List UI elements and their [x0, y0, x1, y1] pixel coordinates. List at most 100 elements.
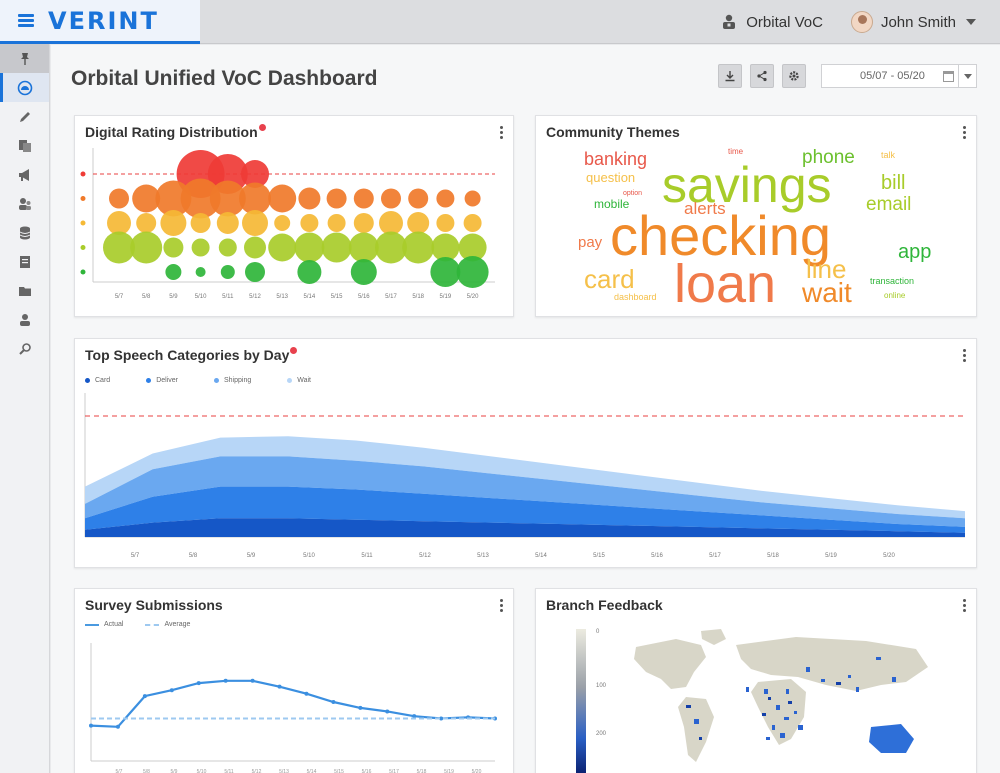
legend-item[interactable]: Average	[145, 621, 190, 628]
x-tick-label: 5/10	[303, 553, 315, 559]
card-menu-icon[interactable]	[963, 599, 966, 612]
row-marker	[80, 171, 86, 177]
megaphone-icon	[18, 168, 29, 181]
legend-item[interactable]: Shipping	[213, 377, 251, 384]
rating-bubble	[239, 182, 271, 215]
chevron-down-icon[interactable]	[958, 65, 976, 87]
rating-bubble	[107, 211, 131, 235]
x-tick-label: 5/19	[440, 294, 452, 300]
branch-region	[786, 689, 789, 694]
alert-badge	[258, 124, 266, 131]
workspace-label: Orbital VoC	[746, 13, 823, 31]
x-tick-label: 5/19	[444, 769, 454, 773]
share-button[interactable]	[750, 64, 774, 88]
rating-bubble	[244, 236, 266, 259]
legend-label: Wait	[297, 377, 311, 384]
rating-bubble	[191, 238, 210, 257]
rating-distribution-card: Digital Rating Distribution 5/7 5/8 5/9 5/1…	[74, 115, 514, 317]
user-menu[interactable]: John Smith	[850, 11, 976, 33]
theme-word: email	[866, 194, 911, 215]
workspace-switcher[interactable]: Orbital VoC	[720, 14, 823, 31]
theme-word: transaction	[870, 276, 914, 286]
data-point	[304, 691, 309, 696]
legend-item[interactable]: Card	[85, 377, 110, 384]
main-content: Orbital Unified VoC Dashboard 05/07 - 05…	[51, 45, 1000, 773]
alert-badge	[290, 347, 298, 354]
word-cloud: banking time phone talkquestion savings billo…	[578, 147, 931, 314]
survey-card-title: Survey Submissions	[85, 597, 223, 613]
sidebar-item-documents[interactable]	[0, 131, 49, 160]
legend-label: Deliver	[156, 377, 178, 384]
x-tick-label: 5/18	[417, 769, 427, 773]
branch-region	[876, 657, 881, 660]
rating-bubble	[463, 214, 482, 232]
rating-bubble	[195, 267, 206, 277]
branch-region	[746, 687, 749, 692]
data-point	[385, 709, 390, 714]
x-tick-label: 5/17	[709, 553, 721, 559]
branch-region	[762, 713, 766, 716]
theme-word: bill	[881, 172, 905, 194]
x-tick-label: 5/11	[361, 553, 373, 559]
x-tick-label: 5/12	[252, 769, 262, 773]
x-tick-label: 5/10	[195, 294, 207, 300]
rating-bubble	[430, 257, 461, 287]
theme-word: dashboard	[614, 292, 657, 302]
legend-label: Card	[95, 377, 111, 384]
legend-item[interactable]: Actual	[85, 621, 123, 628]
sidebar-item-data[interactable]	[0, 218, 49, 247]
x-tick-label: 5/11	[222, 294, 234, 300]
rating-bubble	[300, 214, 319, 232]
theme-word: talk	[881, 150, 896, 160]
australia-shape	[869, 724, 914, 753]
hamburger-menu-icon[interactable]	[18, 14, 34, 27]
download-button[interactable]	[718, 64, 742, 88]
data-point	[331, 700, 336, 704]
branch-region	[836, 682, 841, 685]
data-point	[277, 684, 282, 689]
x-tick-label: 5/15	[593, 553, 605, 559]
theme-word: app	[898, 241, 931, 263]
settings-button[interactable]	[782, 64, 806, 88]
sidebar-item-edit[interactable]	[0, 102, 49, 131]
sidebar-item-pin[interactable]	[0, 44, 49, 73]
x-tick-label: 5/8	[142, 294, 151, 300]
x-tick-label: 5/14	[304, 294, 316, 300]
pin-icon	[20, 52, 29, 65]
card-menu-icon[interactable]	[963, 349, 966, 362]
theme-word: question	[586, 170, 635, 185]
rating-bubble	[348, 232, 379, 263]
x-tick-label: 5/14	[535, 553, 547, 559]
brand-area: VERINT	[0, 0, 200, 44]
sidebar-item-users[interactable]	[0, 189, 49, 218]
south-america-shape	[678, 697, 714, 762]
sidebar-item-folders[interactable]	[0, 276, 49, 305]
x-tick-label: 5/16	[358, 294, 370, 300]
page-title: Orbital Unified VoC Dashboard	[71, 67, 378, 90]
calendar-icon[interactable]	[943, 71, 954, 82]
date-range-value: 05/07 - 05/20	[860, 70, 925, 82]
x-tick-label: 5/20	[467, 294, 479, 300]
rating-bubble	[327, 214, 346, 232]
data-point	[115, 724, 120, 729]
card-menu-icon[interactable]	[500, 126, 503, 139]
legend-item[interactable]: Deliver	[146, 377, 178, 384]
branch-region	[694, 719, 699, 724]
themes-card-title: Community Themes	[546, 124, 680, 140]
sidebar-item-admin[interactable]	[0, 305, 49, 334]
date-range-picker[interactable]: 05/07 - 05/20	[821, 64, 977, 88]
card-menu-icon[interactable]	[500, 599, 503, 612]
sidebar-item-search[interactable]	[0, 334, 49, 363]
branch-region	[798, 725, 803, 730]
legend-item[interactable]: Wait	[287, 377, 311, 384]
sidebar-item-campaigns[interactable]	[0, 160, 49, 189]
sidebar-item-dashboard[interactable]	[0, 73, 49, 102]
x-tick-label: 5/20	[472, 769, 482, 773]
card-menu-icon[interactable]	[963, 126, 966, 139]
gear-icon	[789, 71, 799, 81]
x-tick-label: 5/15	[331, 294, 343, 300]
x-tick-label: 5/14	[307, 769, 317, 773]
rating-card-title-text: Digital Rating Distribution	[85, 124, 258, 140]
x-tick-label: 5/9	[171, 769, 178, 773]
sidebar-item-reports[interactable]	[0, 247, 49, 276]
